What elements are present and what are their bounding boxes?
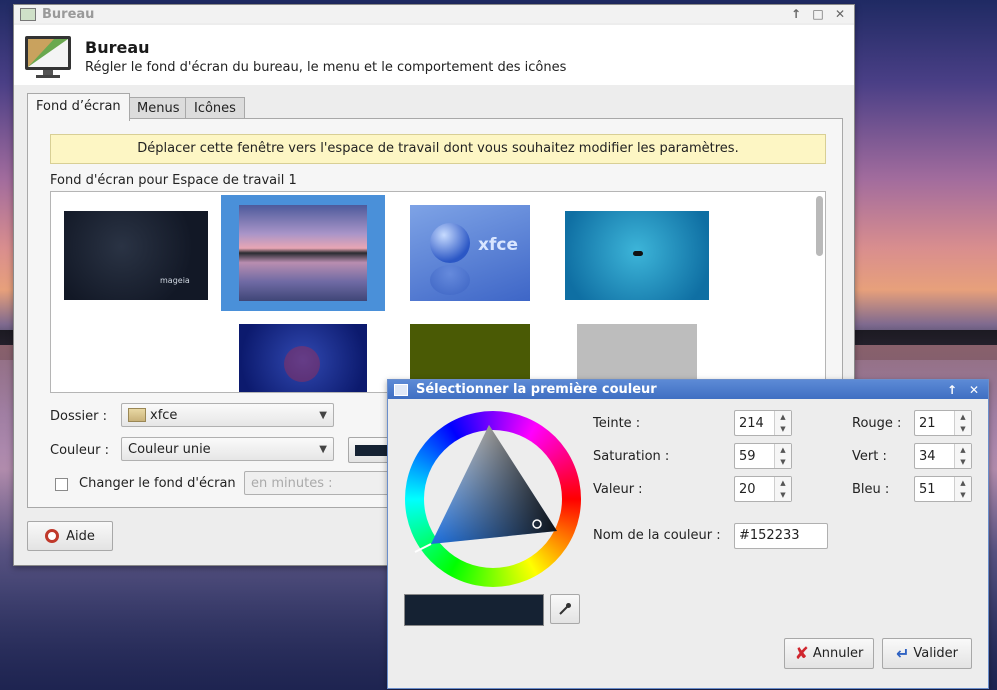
- cancel-button-label: Annuler: [812, 646, 864, 661]
- wallpaper-thumb-teal[interactable]: [565, 211, 709, 300]
- tab-wallpaper[interactable]: Fond d’écran: [27, 93, 130, 121]
- wallpaper-grid[interactable]: mageia xfce: [50, 191, 826, 393]
- eyedropper-button[interactable]: [550, 594, 580, 624]
- ok-button-label: Valider: [913, 646, 959, 661]
- spinner-arrows-icon[interactable]: ▲ ▼: [954, 444, 971, 468]
- color-label: Couleur :: [50, 443, 109, 458]
- interval-placeholder: en minutes :: [251, 475, 333, 491]
- arrow-up-icon[interactable]: ↑: [788, 6, 804, 22]
- chevron-down-icon: ▼: [319, 443, 327, 455]
- ok-arrow-icon: ↵: [895, 644, 910, 663]
- red-value: 21: [919, 415, 936, 431]
- ok-button[interactable]: ↵ Valider: [882, 638, 972, 669]
- chevron-down-icon: ▼: [319, 409, 327, 421]
- mageia-logo-text: mageia: [160, 276, 190, 285]
- maximize-icon[interactable]: □: [810, 6, 826, 22]
- lake-image: [239, 205, 367, 301]
- green-label: Vert :: [852, 449, 887, 464]
- green-spinner[interactable]: 34 ▲ ▼: [914, 443, 972, 469]
- color-mode-combo[interactable]: Couleur unie ▼: [121, 437, 334, 461]
- wallpaper-thumb-lake-selected[interactable]: [221, 195, 385, 311]
- arrow-up-icon[interactable]: ↑: [944, 382, 960, 398]
- red-mouse-logo: [284, 346, 320, 382]
- value-label: Valeur :: [593, 482, 643, 497]
- wallpaper-thumb-xfce-blue[interactable]: xfce: [410, 205, 530, 301]
- bureau-titlebar[interactable]: Bureau ↑ □ ✕: [14, 5, 854, 23]
- saturation-value: 59: [739, 448, 756, 464]
- xfce-ball-reflection: [430, 265, 470, 295]
- xfce-logo-text: xfce: [478, 235, 518, 255]
- hue-label: Teinte :: [593, 416, 641, 431]
- wallpaper-section-label: Fond d'écran pour Espace de travail 1: [50, 173, 297, 188]
- color-mode-value: Couleur unie: [128, 441, 211, 457]
- spinner-arrows-icon[interactable]: ▲ ▼: [954, 477, 971, 501]
- close-icon[interactable]: ✕: [966, 382, 982, 398]
- interval-combo[interactable]: en minutes :: [244, 471, 394, 495]
- color-dialog: Sélectionner la première couleur ↑ ✕ Tei…: [387, 379, 989, 689]
- mouse-silhouette: [633, 251, 643, 256]
- color-name-input[interactable]: #152233: [734, 523, 828, 549]
- window-menu-icon[interactable]: [394, 383, 408, 396]
- value-spinner[interactable]: 20 ▲ ▼: [734, 476, 792, 502]
- spinner-arrows-icon[interactable]: ▲ ▼: [774, 477, 791, 501]
- saturation-spinner[interactable]: 59 ▲ ▼: [734, 443, 792, 469]
- eyedropper-icon: [559, 603, 571, 615]
- value-value: 20: [739, 481, 756, 497]
- spinner-arrows-icon[interactable]: ▲ ▼: [774, 444, 791, 468]
- spinner-arrows-icon[interactable]: ▲ ▼: [774, 411, 791, 435]
- change-wallpaper-label: Changer le fond d'écran: [79, 476, 236, 491]
- scrollbar-thumb[interactable]: [816, 196, 823, 256]
- folder-value: xfce: [150, 407, 178, 423]
- xfce-ball: [430, 223, 470, 263]
- tab-icons[interactable]: Icônes: [185, 97, 245, 120]
- close-icon[interactable]: ✕: [832, 6, 848, 22]
- window-title: Bureau: [42, 6, 95, 22]
- app-icon: [20, 7, 36, 21]
- red-spinner[interactable]: 21 ▲ ▼: [914, 410, 972, 436]
- saturation-label: Saturation :: [593, 449, 670, 464]
- hue-marker: [414, 543, 432, 553]
- spinner-arrows-icon[interactable]: ▲ ▼: [954, 411, 971, 435]
- hue-wheel[interactable]: [405, 411, 581, 587]
- cancel-button[interactable]: ✘ Annuler: [784, 638, 874, 669]
- change-wallpaper-checkbox[interactable]: [55, 478, 68, 491]
- monitor-icon: [25, 36, 71, 78]
- folder-combo[interactable]: xfce ▼: [121, 403, 334, 427]
- page-subtitle: Régler le fond d'écran du bureau, le men…: [85, 60, 567, 75]
- wallpaper-thumb-dark-blue[interactable]: [239, 324, 367, 392]
- color-dialog-title: Sélectionner la première couleur: [416, 382, 657, 397]
- blue-label: Bleu :: [852, 482, 890, 497]
- info-bar: Déplacer cette fenêtre vers l'espace de …: [50, 134, 826, 164]
- folder-label: Dossier :: [50, 409, 107, 424]
- lifebuoy-icon: [45, 529, 60, 543]
- blue-value: 51: [919, 481, 936, 497]
- help-button[interactable]: Aide: [27, 521, 113, 551]
- hue-spinner[interactable]: 214 ▲ ▼: [734, 410, 792, 436]
- cancel-x-icon: ✘: [794, 643, 809, 664]
- blue-spinner[interactable]: 51 ▲ ▼: [914, 476, 972, 502]
- page-title: Bureau: [85, 38, 150, 57]
- color-name-label: Nom de la couleur :: [593, 528, 721, 543]
- green-value: 34: [919, 448, 936, 464]
- hue-value: 214: [739, 415, 764, 431]
- red-label: Rouge :: [852, 416, 902, 431]
- bureau-header: Bureau Régler le fond d'écran du bureau,…: [14, 25, 854, 85]
- wallpaper-thumb-mageia[interactable]: mageia: [64, 211, 208, 300]
- color-dialog-titlebar[interactable]: Sélectionner la première couleur ↑ ✕: [388, 380, 988, 399]
- folder-icon: [128, 408, 146, 422]
- help-button-label: Aide: [66, 528, 95, 544]
- tab-menus[interactable]: Menus: [128, 97, 189, 120]
- saturation-value-triangle[interactable]: [405, 411, 581, 587]
- current-color-swatch: [404, 594, 544, 626]
